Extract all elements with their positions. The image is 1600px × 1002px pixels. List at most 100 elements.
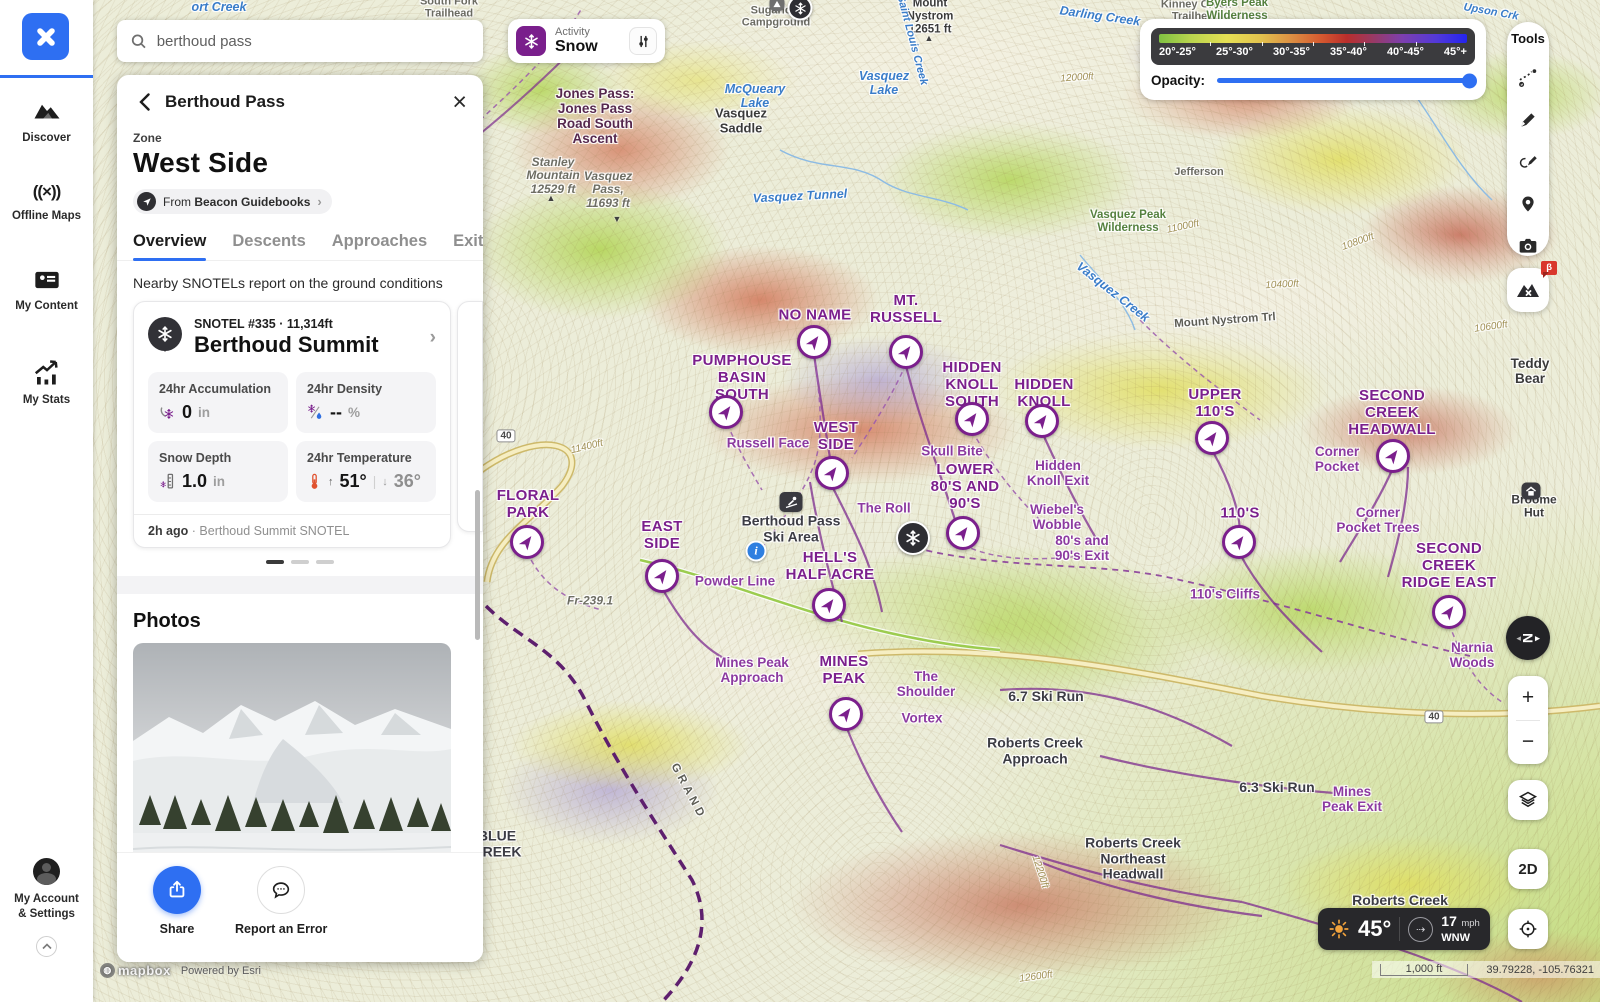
panel-body[interactable]: Nearby SNOTELs report on the ground cond… bbox=[117, 261, 483, 852]
map-label: 6.7 Ski Run bbox=[1008, 689, 1083, 705]
photo-tool-button[interactable] bbox=[1517, 235, 1539, 256]
opacity-label: Opacity: bbox=[1151, 73, 1205, 88]
map-label: 10600ft bbox=[1474, 319, 1509, 335]
beta-layer-button[interactable]: β bbox=[1507, 268, 1549, 312]
zone-nav-marker-icon[interactable] bbox=[709, 395, 743, 429]
sun-icon bbox=[1328, 918, 1350, 940]
search-bar[interactable] bbox=[117, 20, 483, 62]
map-label[interactable]: SECOND CREEK RIDGE EAST bbox=[1402, 541, 1497, 591]
map-label[interactable]: MINES PEAK bbox=[819, 654, 868, 688]
map-label: Narnia Woods bbox=[1450, 640, 1495, 670]
map-label: Vortex bbox=[901, 710, 942, 725]
tab-approaches[interactable]: Approaches bbox=[332, 232, 427, 260]
map-attribution: ◍mapbox Powered by Esri bbox=[100, 963, 261, 978]
snotel-snowflake-marker-icon[interactable] bbox=[896, 521, 930, 555]
map-label[interactable]: FLORAL PARK bbox=[497, 488, 560, 522]
tab-descents[interactable]: Descents bbox=[232, 232, 305, 260]
zone-nav-marker-icon[interactable] bbox=[797, 325, 831, 359]
map-label[interactable]: NO NAME bbox=[779, 308, 852, 325]
map-label: 11000ft bbox=[1166, 218, 1200, 236]
zone-nav-marker-icon[interactable] bbox=[1432, 595, 1466, 629]
zone-photo[interactable] bbox=[133, 643, 451, 852]
locate-me-button[interactable] bbox=[1508, 909, 1548, 949]
zone-nav-marker-icon[interactable] bbox=[812, 588, 846, 622]
panel-scrollbar[interactable] bbox=[475, 490, 480, 640]
map-label: Vasquez Peak Wilderness bbox=[1090, 209, 1166, 235]
compass-rotate-control[interactable]: ◂ N ▸ bbox=[1506, 616, 1550, 660]
map-label[interactable]: WEST SIDE bbox=[814, 420, 859, 454]
route-tool-button[interactable] bbox=[1517, 67, 1539, 89]
beta-badge: β bbox=[1541, 261, 1557, 275]
snotel-card[interactable]: SNOTEL #335 · 11,314ft Berthoud Summit ›… bbox=[133, 301, 451, 548]
carousel-dot[interactable] bbox=[291, 560, 309, 564]
map-label[interactable]: 110'S bbox=[1220, 506, 1259, 523]
zone-nav-marker-icon[interactable] bbox=[889, 335, 923, 369]
map-label: Fr-239.1 bbox=[567, 594, 613, 607]
carousel-dot[interactable] bbox=[316, 560, 334, 564]
zone-nav-marker-icon[interactable] bbox=[1025, 404, 1059, 438]
tab-bar: Overview Descents Approaches Exits bbox=[117, 214, 483, 261]
activity-selector[interactable]: Activity Snow bbox=[508, 19, 665, 63]
zone-nav-marker-icon[interactable] bbox=[955, 402, 989, 436]
sidebar-item-discover[interactable]: Discover bbox=[0, 98, 93, 146]
share-button[interactable]: Share bbox=[153, 866, 201, 962]
opacity-slider[interactable] bbox=[1217, 78, 1475, 83]
activity-settings-button[interactable] bbox=[629, 27, 657, 55]
map-mode-2d-button[interactable]: 2D bbox=[1508, 849, 1548, 889]
close-button[interactable]: × bbox=[452, 92, 467, 112]
search-input[interactable] bbox=[157, 33, 469, 50]
source-pill[interactable]: From Beacon Guidebooks › bbox=[133, 189, 332, 214]
sidebar-item-account[interactable]: My Account & Settings bbox=[0, 858, 93, 922]
content-card-icon bbox=[33, 268, 61, 292]
zone-nav-marker-icon[interactable] bbox=[645, 559, 679, 593]
temperature-value: 45° bbox=[1358, 916, 1391, 942]
zone-nav-marker-icon[interactable] bbox=[1222, 525, 1256, 559]
map-label: 10400ft bbox=[1265, 279, 1299, 292]
stat-accumulation: 24hr Accumulation 0 in bbox=[148, 372, 288, 433]
zoom-in-button[interactable]: + bbox=[1508, 676, 1548, 720]
snowflake-activity-icon bbox=[516, 26, 546, 56]
opacity-slider-knob[interactable] bbox=[1462, 73, 1477, 88]
mapbox-logo[interactable]: ◍mapbox bbox=[100, 963, 171, 978]
snowflake-marker-icon[interactable] bbox=[788, 0, 813, 21]
draw-line-tool-button[interactable] bbox=[1517, 110, 1539, 131]
snotel-intro-text: Nearby SNOTELs report on the ground cond… bbox=[117, 261, 483, 301]
zone-nav-marker-icon[interactable] bbox=[815, 456, 849, 490]
map-label[interactable]: MT. RUSSELL bbox=[870, 293, 942, 327]
zone-nav-marker-icon[interactable] bbox=[946, 516, 980, 550]
esri-attribution[interactable]: Powered by Esri bbox=[181, 965, 261, 977]
map-label: Russell Face bbox=[727, 435, 810, 450]
draw-area-tool-button[interactable] bbox=[1517, 152, 1539, 173]
carousel-dot[interactable] bbox=[266, 560, 284, 564]
waypoint-tool-button[interactable] bbox=[1517, 194, 1539, 215]
app-logo[interactable] bbox=[22, 13, 69, 60]
back-button[interactable] bbox=[133, 91, 155, 113]
section-divider bbox=[117, 576, 483, 594]
sidebar-item-my-stats[interactable]: My Stats bbox=[0, 358, 93, 408]
layers-button[interactable] bbox=[1508, 780, 1548, 820]
zone-nav-marker-icon[interactable] bbox=[1195, 421, 1229, 455]
zone-nav-marker-icon[interactable] bbox=[510, 525, 544, 559]
tools-panel: Tools bbox=[1507, 22, 1549, 256]
zone-nav-marker-icon[interactable] bbox=[1376, 439, 1410, 473]
report-error-button[interactable]: Report an Error bbox=[235, 866, 327, 962]
map-label[interactable]: EAST SIDE bbox=[641, 519, 682, 553]
photos-title: Photos bbox=[117, 594, 483, 643]
map-label[interactable]: SECOND CREEK HEADWALL bbox=[1348, 388, 1435, 438]
info-marker-icon[interactable]: i bbox=[746, 541, 767, 562]
tab-overview[interactable]: Overview bbox=[133, 232, 206, 260]
breadcrumb[interactable]: Berthoud Pass bbox=[165, 92, 442, 112]
wind-speed: 17 bbox=[1441, 913, 1457, 929]
map-label[interactable]: UPPER 110'S bbox=[1188, 387, 1241, 421]
zoom-out-button[interactable]: − bbox=[1508, 721, 1548, 765]
weather-widget[interactable]: 45° ⇢ 17 mph WNW bbox=[1318, 908, 1490, 950]
sidebar-collapse[interactable] bbox=[0, 936, 93, 957]
zone-nav-marker-icon[interactable] bbox=[829, 697, 863, 731]
sidebar-item-my-content[interactable]: My Content bbox=[0, 268, 93, 314]
sidebar-item-offline-maps[interactable]: ((×)) Offline Maps bbox=[0, 182, 93, 224]
snow-density-icon bbox=[307, 404, 324, 421]
tab-exits[interactable]: Exits bbox=[453, 232, 483, 260]
map-label[interactable]: LOWER 80'S AND 90'S bbox=[931, 462, 1000, 512]
peak-icon: ▲ bbox=[547, 193, 556, 203]
map-label[interactable]: HELL'S HALF ACRE bbox=[786, 550, 875, 584]
